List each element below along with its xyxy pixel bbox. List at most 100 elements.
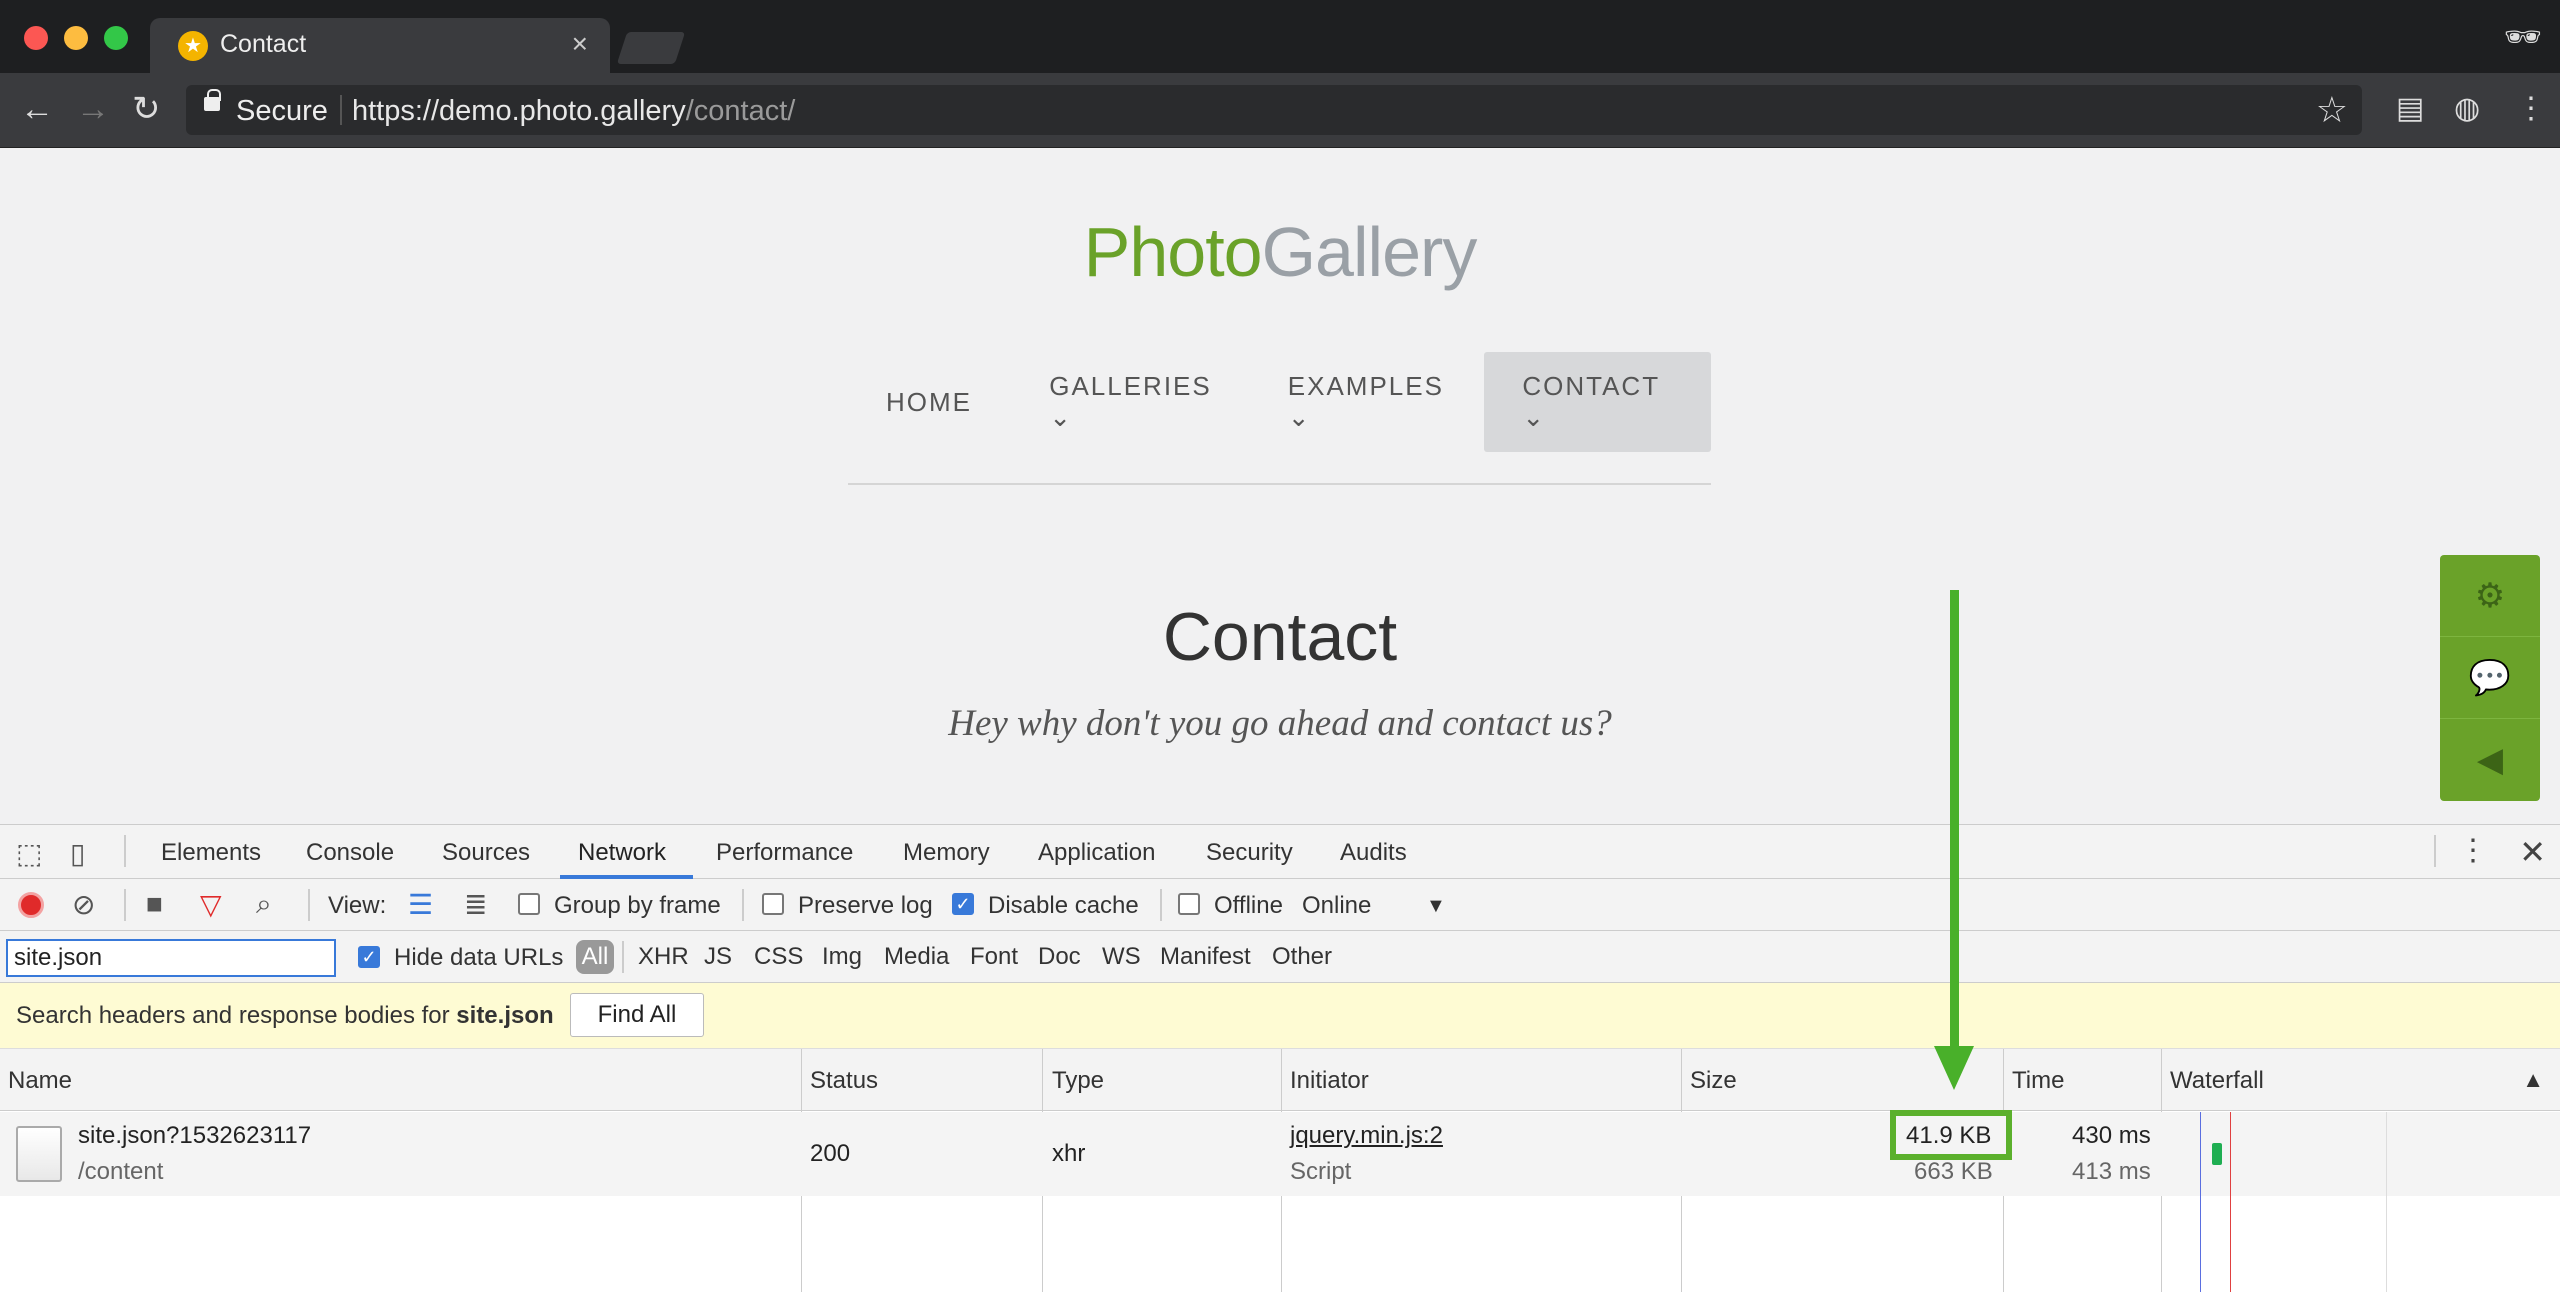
preserve-log-label: Preserve log xyxy=(798,892,933,919)
extension-note-icon[interactable]: ▤ xyxy=(2396,91,2424,126)
request-path: /content xyxy=(78,1158,164,1185)
site-nav: HOME GALLERIES ⌄ EXAMPLES ⌄ CONTACT ⌄ xyxy=(848,352,1711,452)
find-all-button[interactable]: Find All xyxy=(570,993,704,1037)
forward-arrow-icon[interactable]: → xyxy=(76,89,110,129)
capture-screenshots-icon[interactable]: ■ xyxy=(146,888,163,920)
type-filter-font[interactable]: Font xyxy=(970,943,1018,971)
type-filter-doc[interactable]: Doc xyxy=(1038,943,1081,971)
devtools-close-icon[interactable]: ✕ xyxy=(2519,833,2546,871)
secure-label: Secure xyxy=(236,95,328,127)
browser-menu-icon[interactable]: ⋮ xyxy=(2516,91,2546,126)
sort-ascending-icon[interactable]: ▲ xyxy=(2522,1067,2544,1093)
tab-close-icon[interactable]: × xyxy=(572,28,588,60)
tab-audits[interactable]: Audits xyxy=(1340,839,1407,867)
devtools-menu-icon[interactable]: ⋮ xyxy=(2458,833,2488,868)
disable-cache-label: Disable cache xyxy=(988,892,1139,919)
close-window-button[interactable] xyxy=(24,26,48,50)
col-initiator[interactable]: Initiator xyxy=(1290,1067,1369,1095)
incognito-icon: 🕶 xyxy=(2503,21,2542,54)
tab-memory[interactable]: Memory xyxy=(903,839,990,867)
toolbar-separator xyxy=(308,889,310,921)
devtools-tabbar: ⬚ ▯ Elements Console Sources Network Per… xyxy=(0,825,2560,879)
address-bar[interactable]: Secure https://demo.photo.gallery/contac… xyxy=(186,85,2362,135)
web-page: PhotoGallery HOME GALLERIES ⌄ EXAMPLES ⌄… xyxy=(0,148,2560,824)
table-row[interactable]: site.json?1532623117 /content 200 xhr jq… xyxy=(0,1112,2560,1196)
toolbar-separator xyxy=(742,889,744,921)
record-icon[interactable] xyxy=(18,892,44,918)
type-filter-all[interactable]: All xyxy=(576,940,614,974)
col-name[interactable]: Name xyxy=(8,1067,72,1095)
large-rows-icon[interactable]: ☰ xyxy=(408,888,433,921)
type-filter-img[interactable]: Img xyxy=(822,943,862,971)
device-toolbar-icon[interactable]: ▯ xyxy=(70,837,85,870)
logo-gallery: Gallery xyxy=(1261,213,1478,291)
type-filter-manifest[interactable]: Manifest xyxy=(1160,943,1251,971)
request-initiator-link[interactable]: jquery.min.js:2 xyxy=(1290,1122,1443,1150)
size-highlight-box xyxy=(1890,1110,2012,1160)
annotation-arrow-head xyxy=(1934,1046,1974,1090)
request-name: site.json?1532623117 xyxy=(78,1122,312,1149)
toolbar-separator xyxy=(124,889,126,921)
settings-gear-icon[interactable]: ⚙ xyxy=(2440,555,2540,637)
extension-circle-icon[interactable]: ◍ xyxy=(2454,91,2480,126)
inspect-element-icon[interactable]: ⬚ xyxy=(16,837,42,870)
type-filter-other[interactable]: Other xyxy=(1272,943,1332,971)
type-filter-media[interactable]: Media xyxy=(884,943,949,971)
devtools-panel: ⬚ ▯ Elements Console Sources Network Per… xyxy=(0,824,2560,1292)
overview-icon[interactable]: ≣ xyxy=(464,888,487,921)
type-filter-css[interactable]: CSS xyxy=(754,943,803,971)
tab-performance[interactable]: Performance xyxy=(716,839,853,867)
search-banner: Search headers and response bodies for s… xyxy=(0,983,2560,1049)
back-arrow-icon[interactable]: ← xyxy=(20,89,54,129)
site-logo[interactable]: PhotoGallery xyxy=(0,212,2560,292)
tab-console[interactable]: Console xyxy=(306,839,394,867)
offline-checkbox[interactable] xyxy=(1178,893,1200,915)
speaker-icon[interactable]: ◀ xyxy=(2440,719,2540,801)
disable-cache-checkbox[interactable]: ✓ xyxy=(952,893,974,915)
reload-icon[interactable]: ↻ xyxy=(132,89,161,129)
col-size[interactable]: Size xyxy=(1690,1067,1737,1095)
annotation-arrow-shaft xyxy=(1950,590,1959,1050)
tab-elements[interactable]: Elements xyxy=(161,839,261,867)
browser-tab[interactable]: ★ Contact × xyxy=(150,18,610,73)
clear-icon[interactable]: ⊘ xyxy=(72,888,95,921)
load-event-line xyxy=(2230,1112,2231,1292)
filter-icon[interactable]: ▽ xyxy=(200,888,222,921)
tab-title: Contact xyxy=(220,30,307,58)
tab-sources[interactable]: Sources xyxy=(442,839,530,867)
search-icon[interactable]: ⌕ xyxy=(256,888,272,921)
chat-bubble-icon[interactable]: 💬 xyxy=(2440,637,2540,719)
throttle-dropdown-icon[interactable]: ▼ xyxy=(1426,895,1446,918)
url-host: https://demo.photo.gallery xyxy=(352,95,686,127)
maximize-window-button[interactable] xyxy=(104,26,128,50)
nav-examples[interactable]: EXAMPLES ⌄ xyxy=(1250,352,1485,452)
nav-home[interactable]: HOME xyxy=(848,352,1011,452)
nav-contact[interactable]: CONTACT ⌄ xyxy=(1484,352,1711,452)
search-banner-term: site.json xyxy=(456,1002,554,1029)
preserve-log-checkbox[interactable] xyxy=(762,893,784,915)
col-status[interactable]: Status xyxy=(810,1067,878,1095)
type-filter-ws[interactable]: WS xyxy=(1102,943,1141,971)
bookmark-star-icon[interactable]: ☆ xyxy=(2316,89,2348,131)
url-text[interactable]: https://demo.photo.gallery/contact/ xyxy=(352,95,795,128)
request-time: 430 ms xyxy=(2072,1122,2151,1149)
hide-data-urls-checkbox[interactable]: ✓ xyxy=(358,946,380,968)
group-by-frame-checkbox[interactable] xyxy=(518,893,540,915)
search-banner-prefix: Search headers and response bodies for xyxy=(16,1002,450,1029)
col-type[interactable]: Type xyxy=(1052,1067,1104,1095)
type-filter-xhr[interactable]: XHR xyxy=(638,943,689,971)
tab-security[interactable]: Security xyxy=(1206,839,1293,867)
throttle-select[interactable]: Online xyxy=(1302,892,1371,920)
nav-galleries[interactable]: GALLERIES ⌄ xyxy=(1011,352,1250,452)
filter-input[interactable] xyxy=(6,939,336,977)
col-time[interactable]: Time xyxy=(2012,1067,2064,1095)
col-waterfall[interactable]: Waterfall xyxy=(2170,1067,2264,1095)
tab-application[interactable]: Application xyxy=(1038,839,1155,867)
offline-label: Offline xyxy=(1214,892,1283,919)
tab-separator-right xyxy=(2434,835,2436,867)
minimize-window-button[interactable] xyxy=(64,26,88,50)
new-tab-button[interactable] xyxy=(616,32,686,64)
waterfall-bar[interactable] xyxy=(2212,1143,2222,1165)
type-filter-js[interactable]: JS xyxy=(704,943,732,971)
tab-network[interactable]: Network xyxy=(578,839,666,867)
